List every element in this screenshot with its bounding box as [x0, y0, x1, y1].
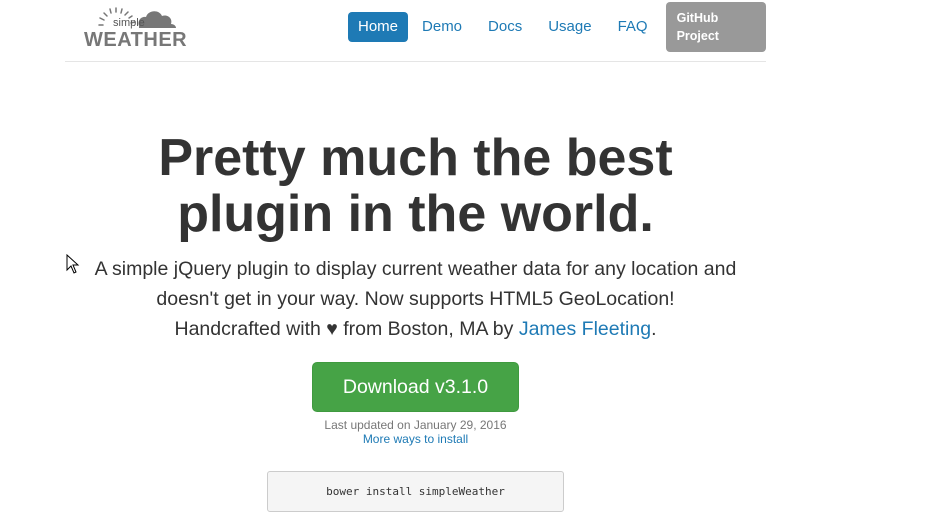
heart-icon: ♥ [326, 318, 338, 340]
download-button[interactable]: Download v3.1.0 [312, 362, 519, 412]
lead-line1: A simple jQuery plugin to display curren… [94, 258, 737, 280]
more-ways-link[interactable]: More ways to install [65, 432, 766, 446]
lead-line2: doesn't get in your way. Now supports HT… [156, 288, 675, 310]
nav-demo[interactable]: Demo [414, 12, 470, 42]
nav-docs[interactable]: Docs [480, 12, 530, 42]
nav-usage[interactable]: Usage [540, 12, 599, 42]
hero-title: Pretty much the best plugin in the world… [65, 130, 766, 242]
hero-title-line1: Pretty much the best [158, 129, 673, 187]
nav-faq[interactable]: FAQ [610, 12, 656, 42]
hero-lead: A simple jQuery plugin to display curren… [65, 254, 766, 344]
lead-line3-prefix: Handcrafted with [174, 318, 321, 340]
author-link[interactable]: James Fleeting [519, 318, 651, 340]
nav-home[interactable]: Home [348, 12, 409, 42]
lead-line3-mid: from Boston, MA by [343, 318, 514, 340]
page-container: simple WEATHER Home Demo Docs Usage FAQ … [65, 0, 766, 524]
logo-big-text: WEATHER [84, 29, 188, 51]
github-project-button[interactable]: GitHub Project [665, 2, 766, 52]
install-command[interactable]: bower install simpleWeather [267, 471, 564, 512]
site-logo[interactable]: simple WEATHER [83, 4, 187, 52]
logo-small-text: simple [113, 17, 145, 29]
mouse-cursor-icon [66, 254, 80, 274]
last-updated-text: Last updated on January 29, 2016 [324, 418, 507, 432]
main-nav: Home Demo Docs Usage FAQ GitHub Project [348, 2, 766, 52]
hero-title-line2: plugin in the world. [177, 185, 654, 243]
navbar: simple WEATHER Home Demo Docs Usage FAQ … [65, 0, 766, 62]
lead-line3-suffix: . [651, 318, 657, 340]
